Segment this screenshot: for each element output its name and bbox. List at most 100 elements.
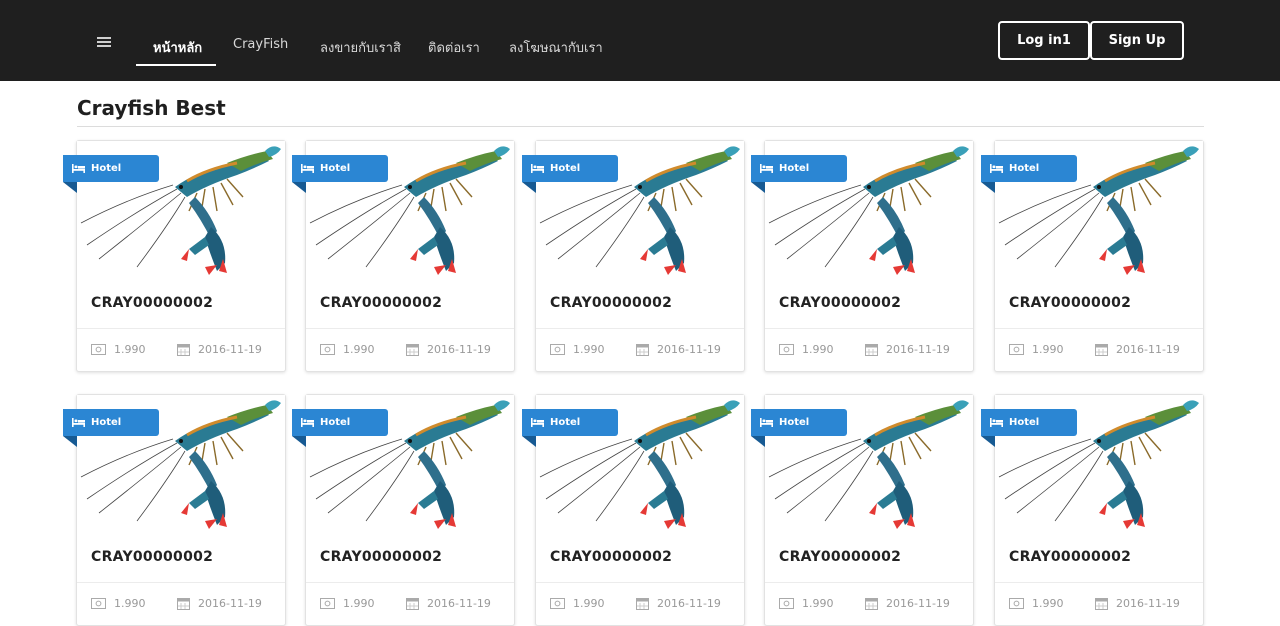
card-divider	[306, 582, 514, 583]
bed-icon	[72, 418, 85, 427]
card-date-value: 2016-11-19	[657, 597, 721, 610]
card-divider	[77, 582, 285, 583]
card-title[interactable]: CRAY00000002	[91, 549, 213, 565]
card-divider	[536, 328, 744, 329]
money-icon	[1009, 344, 1024, 355]
card-date: 2016-11-19	[1095, 597, 1180, 610]
card-title[interactable]: CRAY00000002	[779, 549, 901, 565]
money-icon	[320, 344, 335, 355]
category-badge-label: Hotel	[91, 163, 122, 174]
card-date-value: 2016-11-19	[198, 597, 262, 610]
card-price: 1.990	[1009, 343, 1064, 356]
card-date: 2016-11-19	[406, 597, 491, 610]
section-divider	[77, 126, 1204, 127]
bed-icon	[531, 418, 544, 427]
calendar-icon	[865, 598, 878, 610]
card-price-value: 1.990	[802, 597, 834, 610]
card-date-value: 2016-11-19	[886, 597, 950, 610]
nav-link-home[interactable]: หน้าหลัก	[153, 37, 202, 58]
badge-ribbon-fold	[63, 436, 77, 447]
bed-icon	[760, 164, 773, 173]
badge-ribbon-fold	[981, 436, 995, 447]
card-date: 2016-11-19	[865, 343, 950, 356]
calendar-icon	[636, 344, 649, 356]
bed-icon	[72, 164, 85, 173]
calendar-icon	[177, 344, 190, 356]
category-badge: Hotel	[981, 155, 1077, 182]
card-price: 1.990	[320, 597, 375, 610]
card-divider	[995, 582, 1203, 583]
bed-icon	[301, 418, 314, 427]
card-date: 2016-11-19	[636, 597, 721, 610]
bed-icon	[990, 164, 1003, 173]
bed-icon	[301, 164, 314, 173]
card-date: 2016-11-19	[406, 343, 491, 356]
section-title: Crayfish Best	[77, 96, 226, 120]
bed-icon	[760, 418, 773, 427]
calendar-icon	[636, 598, 649, 610]
card-title[interactable]: CRAY00000002	[550, 549, 672, 565]
category-badge-label: Hotel	[1009, 163, 1040, 174]
calendar-icon	[865, 344, 878, 356]
card-price: 1.990	[550, 597, 605, 610]
card-date-value: 2016-11-19	[886, 343, 950, 356]
hamburger-menu-icon[interactable]	[97, 37, 111, 48]
login-button[interactable]: Log in1	[998, 21, 1090, 60]
card-title[interactable]: CRAY00000002	[1009, 549, 1131, 565]
card-divider	[306, 328, 514, 329]
card-title[interactable]: CRAY00000002	[779, 295, 901, 311]
badge-ribbon-fold	[981, 182, 995, 193]
card-date-value: 2016-11-19	[657, 343, 721, 356]
bed-icon	[990, 418, 1003, 427]
nav-link-crayfish[interactable]: CrayFish	[233, 37, 288, 52]
card-divider	[77, 328, 285, 329]
card-title[interactable]: CRAY00000002	[320, 295, 442, 311]
nav-link-sell-with-us[interactable]: ลงขายกับเราสิ	[320, 37, 401, 58]
card-title[interactable]: CRAY00000002	[320, 549, 442, 565]
active-nav-underline	[136, 64, 216, 66]
category-badge: Hotel	[63, 409, 159, 436]
card-title[interactable]: CRAY00000002	[550, 295, 672, 311]
card-date-value: 2016-11-19	[1116, 343, 1180, 356]
card-title[interactable]: CRAY00000002	[1009, 295, 1131, 311]
money-icon	[91, 344, 106, 355]
card-price-value: 1.990	[343, 597, 375, 610]
card-price-value: 1.990	[343, 343, 375, 356]
card-price-value: 1.990	[1032, 343, 1064, 356]
calendar-icon	[177, 598, 190, 610]
nav-link-advertise[interactable]: ลงโฆษณากับเรา	[509, 37, 603, 58]
category-badge: Hotel	[751, 409, 847, 436]
category-badge: Hotel	[292, 155, 388, 182]
card-price-value: 1.990	[114, 597, 146, 610]
badge-ribbon-fold	[63, 182, 77, 193]
nav-link-contact[interactable]: ติดต่อเรา	[428, 37, 480, 58]
card-title[interactable]: CRAY00000002	[91, 295, 213, 311]
badge-ribbon-fold	[292, 182, 306, 193]
card-divider	[995, 328, 1203, 329]
card-date: 2016-11-19	[636, 343, 721, 356]
card-price-value: 1.990	[114, 343, 146, 356]
category-badge-label: Hotel	[320, 417, 351, 428]
category-badge: Hotel	[63, 155, 159, 182]
card-date: 2016-11-19	[1095, 343, 1180, 356]
category-badge: Hotel	[292, 409, 388, 436]
card-price: 1.990	[91, 343, 146, 356]
category-badge-label: Hotel	[320, 163, 351, 174]
card-price: 1.990	[779, 597, 834, 610]
card-date-value: 2016-11-19	[1116, 597, 1180, 610]
signup-button[interactable]: Sign Up	[1090, 21, 1184, 60]
badge-ribbon-fold	[751, 182, 765, 193]
calendar-icon	[1095, 344, 1108, 356]
category-badge-label: Hotel	[779, 163, 810, 174]
card-date: 2016-11-19	[177, 597, 262, 610]
card-price: 1.990	[550, 343, 605, 356]
money-icon	[550, 344, 565, 355]
category-badge-label: Hotel	[779, 417, 810, 428]
badge-ribbon-fold	[522, 436, 536, 447]
category-badge: Hotel	[981, 409, 1077, 436]
money-icon	[779, 344, 794, 355]
card-date: 2016-11-19	[865, 597, 950, 610]
card-price: 1.990	[320, 343, 375, 356]
card-price-value: 1.990	[573, 343, 605, 356]
card-date-value: 2016-11-19	[427, 597, 491, 610]
